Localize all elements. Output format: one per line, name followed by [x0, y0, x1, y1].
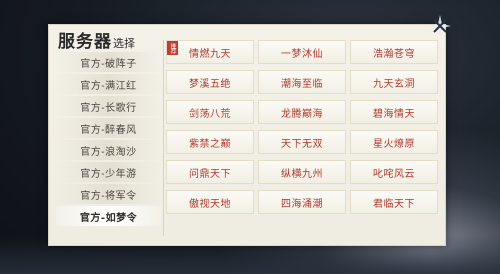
server-button[interactable]: 浩瀚苍穹: [350, 40, 438, 64]
server-label: 傲视天地: [189, 198, 231, 210]
server-group-list: 官方-破阵子 官方-满江红 官方-长歌行 官方-醉春风 官方-浪淘沙 官方-少年游 官方-将…: [56, 52, 161, 228]
server-button[interactable]: 叱咤风云: [350, 160, 438, 184]
server-label: 九天玄洞: [373, 78, 415, 90]
server-label: 潮海至临: [281, 78, 323, 90]
server-button[interactable]: 梦溪五绝: [166, 70, 254, 94]
close-star-icon: [429, 15, 451, 37]
sidebar-item-2[interactable]: 官方-满江红: [56, 74, 161, 94]
close-button[interactable]: [428, 14, 452, 38]
server-button[interactable]: 碧海情天: [350, 100, 438, 124]
server-button[interactable]: 四海涌潮: [258, 190, 346, 214]
server-button[interactable]: 星火燎原: [350, 130, 438, 154]
panel-title: 服务器选择: [58, 27, 135, 52]
sidebar-item-7[interactable]: 官方-将军令: [56, 184, 161, 204]
server-button[interactable]: 纵横九州: [258, 160, 346, 184]
server-button[interactable]: 九天玄洞: [350, 70, 438, 94]
server-button[interactable]: 天下无双: [258, 130, 346, 154]
server-label: 天下无双: [281, 138, 323, 150]
divider: [163, 40, 164, 236]
server-label: 情燃九天: [189, 48, 231, 60]
sidebar-item-6[interactable]: 官方-少年游: [56, 162, 161, 182]
sidebar-item-4[interactable]: 官方-醉春风: [56, 118, 161, 138]
sidebar-item-3[interactable]: 官方-长歌行: [56, 96, 161, 116]
title-main: 服务器: [58, 32, 112, 52]
server-label: 星火燎原: [373, 138, 415, 150]
server-label: 纵横九州: [281, 168, 323, 180]
server-label: 问鼎天下: [189, 168, 231, 180]
server-label: 一梦沐仙: [281, 48, 323, 60]
server-label: 梦溪五绝: [189, 78, 231, 90]
server-label: 龙腾巅海: [281, 108, 323, 120]
server-button[interactable]: 情燃九天 推荐: [166, 40, 254, 64]
server-label: 紫禁之巅: [189, 138, 231, 150]
server-label: 碧海情天: [373, 108, 415, 120]
title-sub: 选择: [113, 37, 135, 50]
server-button[interactable]: 潮海至临: [258, 70, 346, 94]
server-label: 浩瀚苍穹: [373, 48, 415, 60]
server-label: 叱咤风云: [373, 168, 415, 180]
server-button[interactable]: 龙腾巅海: [258, 100, 346, 124]
server-button[interactable]: 傲视天地: [166, 190, 254, 214]
recommended-tag: 推荐: [167, 41, 178, 55]
server-button[interactable]: 君临天下: [350, 190, 438, 214]
server-label: 四海涌潮: [281, 198, 323, 210]
sidebar-item-5[interactable]: 官方-浪淘沙: [56, 140, 161, 160]
server-button[interactable]: 问鼎天下: [166, 160, 254, 184]
server-button[interactable]: 剑荡八荒: [166, 100, 254, 124]
server-label: 君临天下: [373, 198, 415, 210]
sidebar-item-1[interactable]: 官方-破阵子: [56, 52, 161, 72]
sidebar-item-8[interactable]: 官方-如梦令: [56, 206, 161, 226]
server-label: 剑荡八荒: [189, 108, 231, 120]
server-button[interactable]: 一梦沐仙: [258, 40, 346, 64]
server-button[interactable]: 紫禁之巅: [166, 130, 254, 154]
